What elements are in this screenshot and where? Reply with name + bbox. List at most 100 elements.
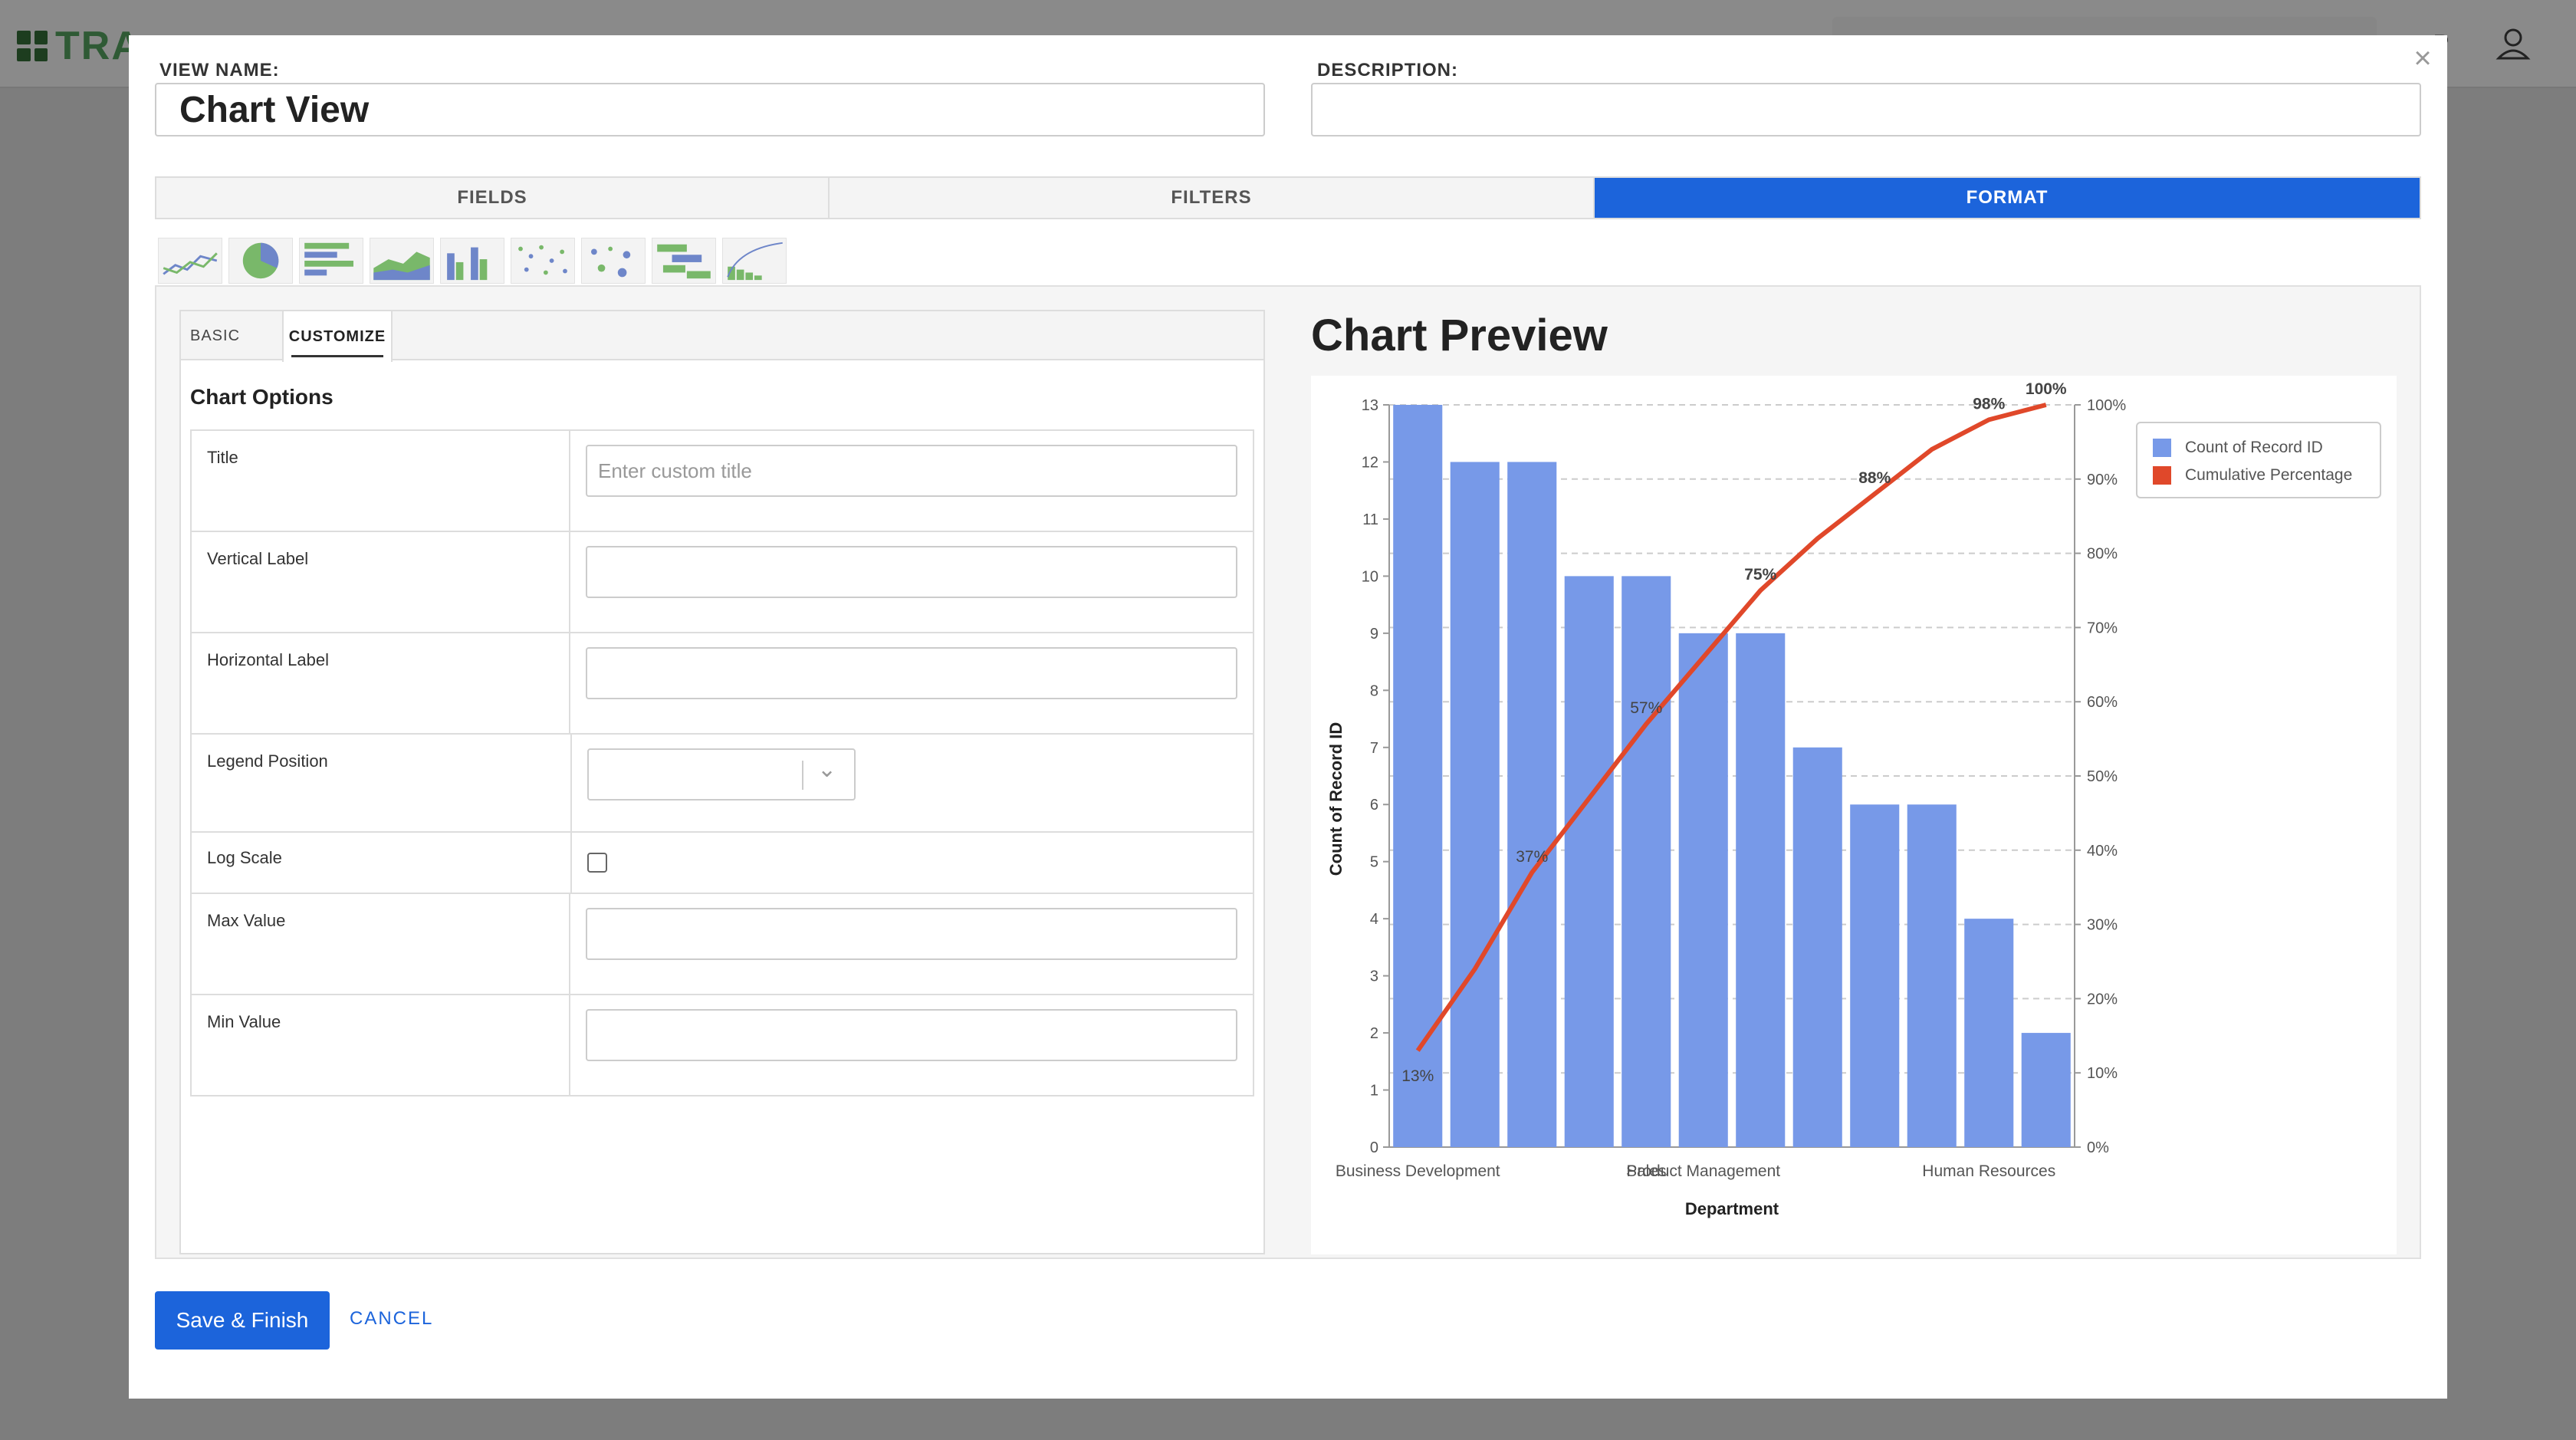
logo-icon [17, 31, 48, 61]
legend-label-count: Count of Record ID [2185, 439, 2323, 456]
options-subtabs: BASIC CUSTOMIZE [181, 311, 1263, 362]
y-tick-label: 12 [1362, 454, 1378, 471]
y2-tick-label: 70% [2087, 620, 2118, 636]
tab-filters[interactable]: FILTERS [830, 178, 1595, 218]
description-label: DESCRIPTION: [1317, 60, 1459, 81]
log-scale-checkbox[interactable] [587, 853, 607, 873]
y2-tick-label: 50% [2087, 768, 2118, 785]
description-input[interactable] [1311, 83, 2421, 136]
y2-tick-label: 40% [2087, 843, 2118, 860]
x-tick-label: Product Management [1626, 1162, 1780, 1180]
option-row-legend-position: Legend Position ⌄ [192, 735, 1253, 833]
chart-preview-title: Chart Preview [1311, 311, 1608, 360]
y2-tick-label: 80% [2087, 546, 2118, 563]
bar [1964, 919, 2014, 1147]
legend-position-select[interactable]: ⌄ [587, 748, 856, 801]
line-chart-icon[interactable] [158, 238, 222, 284]
y-tick-label: 9 [1370, 626, 1378, 643]
bar [1792, 747, 1842, 1147]
bubble-chart-icon[interactable] [581, 238, 646, 284]
pareto-chart-icon[interactable] [722, 238, 787, 284]
bar [1564, 576, 1614, 1147]
point-label: 57% [1630, 699, 1662, 717]
view-name-label: VIEW NAME: [159, 60, 280, 81]
pareto-chart: 0%10%20%30%40%50%60%70%80%90%100%0123456… [1326, 380, 2126, 1218]
point-label: 98% [1973, 395, 2005, 413]
point-label: 75% [1744, 566, 1776, 584]
option-label-min: Min Value [192, 995, 570, 1095]
chart-legend: Count of Record ID Cumulative Percentage [2136, 422, 2381, 498]
tab-format[interactable]: FORMAT [1595, 178, 2420, 218]
cancel-button[interactable]: CANCEL [350, 1308, 433, 1330]
bar [1850, 804, 1900, 1147]
subtab-basic[interactable]: BASIC [190, 311, 282, 360]
y-tick-label: 10 [1362, 568, 1378, 585]
chart-type-picker [158, 238, 787, 284]
legend-item-count: Count of Record ID [2153, 434, 2364, 462]
option-label-horizontal: Horizontal Label [192, 633, 570, 733]
legend-label-cumulative: Cumulative Percentage [2185, 466, 2353, 484]
y-tick-label: 6 [1370, 797, 1378, 814]
view-name-input[interactable]: Chart View [155, 83, 1265, 136]
y2-tick-label: 10% [2087, 1065, 2118, 1082]
y2-tick-label: 20% [2087, 991, 2118, 1008]
user-icon [2496, 28, 2531, 60]
option-row-max-value: Max Value [192, 894, 1253, 995]
column-chart-icon[interactable] [440, 238, 504, 284]
option-row-title: Title Enter custom title [192, 431, 1253, 532]
point-label: 37% [1516, 848, 1548, 866]
chevron-down-icon: ⌄ [817, 757, 837, 782]
save-finish-button[interactable]: Save & Finish [155, 1291, 330, 1350]
y2-tick-label: 100% [2087, 397, 2126, 414]
title-input[interactable]: Enter custom title [586, 445, 1237, 497]
chart-options-table: Title Enter custom title Vertical Label … [190, 429, 1254, 1096]
option-label-log-scale: Log Scale [192, 833, 572, 893]
horizontal-bar-chart-icon[interactable] [299, 238, 363, 284]
main-tabs: FIELDS FILTERS FORMAT [155, 176, 2421, 219]
option-label-vertical: Vertical Label [192, 532, 570, 632]
y-tick-label: 7 [1370, 740, 1378, 757]
horizontal-label-input[interactable] [586, 647, 1237, 699]
legend-swatch-count [2153, 439, 2171, 457]
y-tick-label: 2 [1370, 1025, 1378, 1042]
bar [1678, 633, 1728, 1147]
option-label-title: Title [192, 431, 570, 531]
legend-item-cumulative: Cumulative Percentage [2153, 462, 2364, 489]
y2-tick-label: 0% [2087, 1139, 2109, 1156]
y-axis-title: Count of Record ID [1326, 722, 1346, 876]
select-separator [802, 761, 803, 790]
close-icon[interactable]: × [2407, 43, 2438, 74]
option-label-legend: Legend Position [192, 735, 572, 831]
max-value-input[interactable] [586, 908, 1237, 960]
y-tick-label: 1 [1370, 1083, 1378, 1100]
option-label-max: Max Value [192, 894, 570, 994]
bar [1507, 462, 1557, 1147]
y-tick-label: 3 [1370, 968, 1378, 985]
pie-chart-icon[interactable] [228, 238, 293, 284]
subtab-customize[interactable]: CUSTOMIZE [282, 311, 393, 362]
x-axis-title: Department [1685, 1199, 1779, 1218]
y-tick-label: 4 [1370, 911, 1378, 928]
bar [2021, 1033, 2071, 1147]
y2-tick-label: 30% [2087, 917, 2118, 934]
y-tick-label: 8 [1370, 682, 1378, 699]
scatter-chart-icon[interactable] [511, 238, 575, 284]
area-chart-icon[interactable] [370, 238, 434, 284]
bar [1907, 804, 1957, 1147]
active-tab-underline [291, 355, 383, 357]
y-tick-label: 11 [1362, 511, 1378, 528]
vertical-label-input[interactable] [586, 546, 1237, 598]
option-row-horizontal-label: Horizontal Label [192, 633, 1253, 735]
gantt-chart-icon[interactable] [652, 238, 716, 284]
app-logo: TRA [17, 23, 142, 69]
tab-fields[interactable]: FIELDS [156, 178, 830, 218]
bar [1736, 633, 1786, 1147]
x-tick-label: Human Resources [1922, 1162, 2055, 1180]
bar [1622, 576, 1671, 1147]
chart-preview-area: 0% 10% 20% 30% 40% 50% 60% 70% 80% 90% 100% 0 1 2 3 4 5 6… [1311, 376, 2397, 1254]
y2-tick-label: 90% [2087, 472, 2118, 488]
bar [1393, 405, 1443, 1147]
option-row-min-value: Min Value [192, 995, 1253, 1095]
bar [1450, 462, 1500, 1147]
min-value-input[interactable] [586, 1009, 1237, 1061]
